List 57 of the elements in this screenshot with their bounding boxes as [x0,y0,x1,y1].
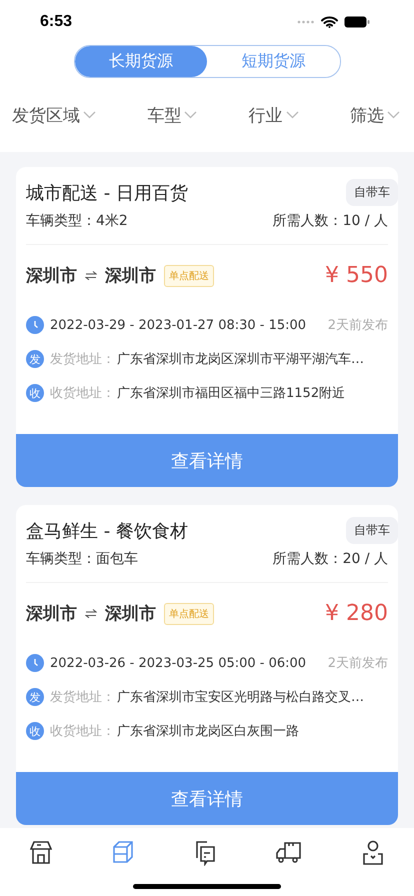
send-address: 广东省深圳市龙岗区深圳市平湖平湖汽车… [117,351,364,368]
filter-dropdown[interactable]: 筛选 [350,104,400,126]
vehicle-tag: 自带车 [346,179,398,206]
price: ¥ 550 [325,263,388,288]
receive-icon: 收 [26,722,44,740]
receive-icon: 收 [26,384,44,402]
tab-bar-item[interactable] [276,840,302,864]
clock-icon [26,654,44,672]
schedule-text: 2022-03-26 - 2023-03-25 05:00 - 06:00 [50,656,306,670]
destination-city: 深圳市 [105,603,156,625]
status-time: 6:53 [40,13,72,31]
swap-arrows-icon [85,271,97,280]
documents-icon [194,840,216,866]
price: ¥ 280 [325,601,388,626]
address-label: 发货地址： [50,689,115,706]
people-needed: 所需人数：20 / 人 [272,550,388,568]
send-icon: 发 [26,688,44,706]
truck-icon [276,840,302,864]
send-address: 广东省深圳市宝安区光明路与松白路交叉… [117,689,364,706]
wifi-icon [321,16,338,28]
address-label: 发货地址： [50,351,115,368]
battery-icon [344,16,370,28]
posted-time: 2天前发布 [328,317,388,334]
tab-bar-item[interactable] [362,840,384,866]
filter-dropdown[interactable]: 发货区域 [12,104,96,126]
send-icon: 发 [26,350,44,368]
box-icon [112,840,134,864]
tab-bar-item[interactable] [30,840,52,864]
chevron-down-icon [184,111,198,119]
destination-city: 深圳市 [105,265,156,287]
posted-time: 2天前发布 [328,655,388,672]
signal-dots-icon [297,20,315,24]
delivery-badge: 单点配送 [164,264,214,286]
filter-dropdown[interactable]: 行业 [248,104,299,126]
address-label: 收货地址： [50,723,115,740]
card-title: 盒马鲜生 - 餐饮食材 [26,520,188,542]
card-title: 城市配送 - 日用百货 [26,182,188,204]
person-icon [362,840,384,866]
address-label: 收货地址： [50,385,115,402]
clock-icon [26,316,44,334]
receive-address: 广东省深圳市福田区福中三路1152附近 [117,385,346,402]
swap-arrows-icon [85,609,97,618]
delivery-badge: 单点配送 [164,602,214,624]
store-icon [30,840,52,864]
receive-address: 广东省深圳市龙岗区白灰围一路 [117,723,299,740]
chevron-down-icon [386,111,400,119]
schedule-text: 2022-03-29 - 2023-01-27 08:30 - 15:00 [50,318,306,332]
origin-city: 深圳市 [26,265,77,287]
vehicle-tag: 自带车 [346,517,398,544]
chevron-down-icon [83,111,96,119]
chevron-down-icon [286,111,299,119]
tab-bar-item[interactable] [194,840,216,866]
origin-city: 深圳市 [26,603,77,625]
people-needed: 所需人数：10 / 人 [272,212,388,230]
vehicle-type: 车辆类型：面包车 [26,550,138,568]
vehicle-type: 车辆类型：4米2 [26,212,128,230]
filter-dropdown[interactable]: 车型 [147,104,198,126]
